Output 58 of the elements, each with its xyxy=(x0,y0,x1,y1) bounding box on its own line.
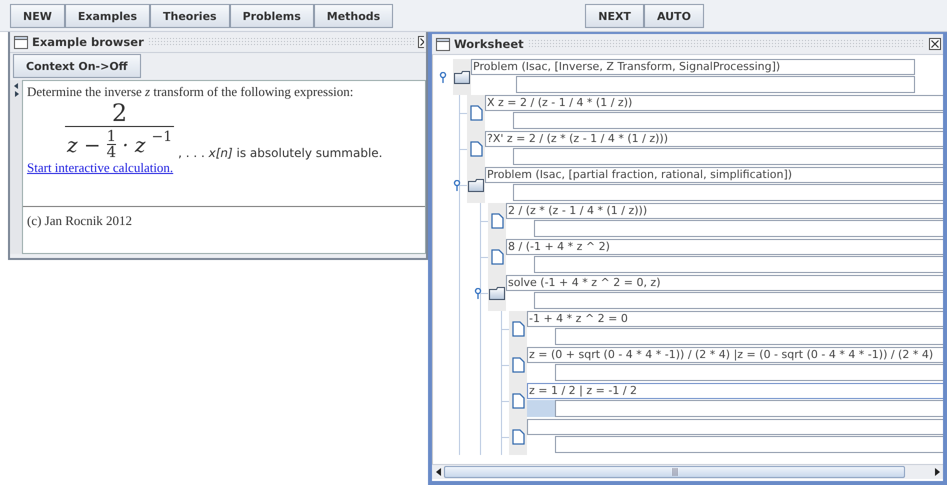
input-field[interactable] xyxy=(534,256,943,273)
problem-text: Determine the inverse z transform of the following expression: xyxy=(27,84,354,100)
expanded-handle-icon[interactable] xyxy=(474,288,482,300)
input-field[interactable] xyxy=(534,220,943,237)
expanded-handle-icon[interactable] xyxy=(453,180,461,192)
input-field[interactable] xyxy=(555,328,943,345)
formula-field[interactable]: 8 / (-1 + 4 * z ^ 2) xyxy=(506,239,943,255)
formula-field[interactable]: solve (-1 + 4 * z ^ 2 = 0, z) xyxy=(506,275,943,291)
close-icon[interactable] xyxy=(929,38,941,50)
document-icon xyxy=(490,213,504,229)
context-button[interactable]: Context On->Off xyxy=(13,54,141,78)
formula-field[interactable] xyxy=(527,419,943,435)
start-calculation-link[interactable]: Start interactive calculation. xyxy=(27,160,174,175)
splitter-arrows-icon[interactable] xyxy=(14,83,18,97)
folder-icon xyxy=(468,178,484,192)
window-icon xyxy=(436,38,450,50)
window-title: Example browser xyxy=(32,35,144,49)
document-icon xyxy=(512,321,524,337)
formula-field[interactable]: Problem (Isac, [Inverse, Z Transform, SignalProcessing]) xyxy=(471,59,915,75)
document-icon xyxy=(512,357,524,373)
formula-field[interactable]: X z = 2 / (z - 1 / 4 * (1 / z)) xyxy=(485,95,943,111)
scroll-right-icon[interactable] xyxy=(934,468,940,476)
document-icon xyxy=(470,105,482,121)
close-icon[interactable] xyxy=(418,36,424,48)
grip-icon[interactable] xyxy=(672,468,678,476)
horizontal-scrollbar[interactable] xyxy=(432,464,943,479)
formula-field[interactable]: z = 1 / 2 | z = -1 / 2 xyxy=(527,383,943,399)
toolbar-button[interactable]: NEW xyxy=(10,4,65,28)
document-icon xyxy=(512,393,524,409)
document-icon xyxy=(470,141,482,157)
formula-field[interactable]: 2 / (z * (z - 1 / 4 * (1 / z))) xyxy=(506,203,943,219)
window-icon xyxy=(14,36,28,48)
window-title: Worksheet xyxy=(454,37,524,51)
formula-field[interactable]: Problem (Isac, [partial fraction, rational, simplification]) xyxy=(485,167,943,183)
input-field[interactable] xyxy=(534,292,943,309)
document-icon xyxy=(512,429,524,445)
document-icon xyxy=(490,249,504,265)
formula-field[interactable]: -1 + 4 * z ^ 2 = 0 xyxy=(527,311,943,327)
input-field[interactable] xyxy=(513,112,943,129)
toolbar-button[interactable]: Problems xyxy=(230,4,314,28)
input-field[interactable] xyxy=(513,184,943,201)
input-field[interactable] xyxy=(555,364,943,381)
expanded-handle-icon[interactable] xyxy=(439,72,447,84)
scroll-left-icon[interactable] xyxy=(436,468,440,476)
toolbar-button[interactable]: Theories xyxy=(150,4,230,28)
input-field[interactable] xyxy=(516,76,915,93)
input-field[interactable] xyxy=(555,436,943,453)
toolbar-button[interactable]: NEXT xyxy=(585,4,644,28)
toolbar-button[interactable]: AUTO xyxy=(644,4,704,28)
input-field[interactable] xyxy=(513,148,943,165)
condition-text: , . . . x[n] is absolutely summable. xyxy=(178,146,382,160)
folder-icon xyxy=(488,286,506,300)
formula-field[interactable]: ?X' z = 2 / (z * (z - 1 / 4 * (1 / z))) xyxy=(485,131,943,147)
toolbar-button[interactable]: Methods xyxy=(314,4,394,28)
toolbar-button[interactable]: Examples xyxy=(64,4,150,28)
formula-field[interactable]: z = (0 + sqrt (0 - 4 * 4 * -1)) / (2 * 4) |z = (0 - sqrt (0 - 4 * 4 * -1)) / (2 * 4) xyxy=(527,347,943,363)
copyright-text: (c) Jan Rocnik 2012 xyxy=(26,212,134,230)
folder-icon xyxy=(454,70,470,84)
